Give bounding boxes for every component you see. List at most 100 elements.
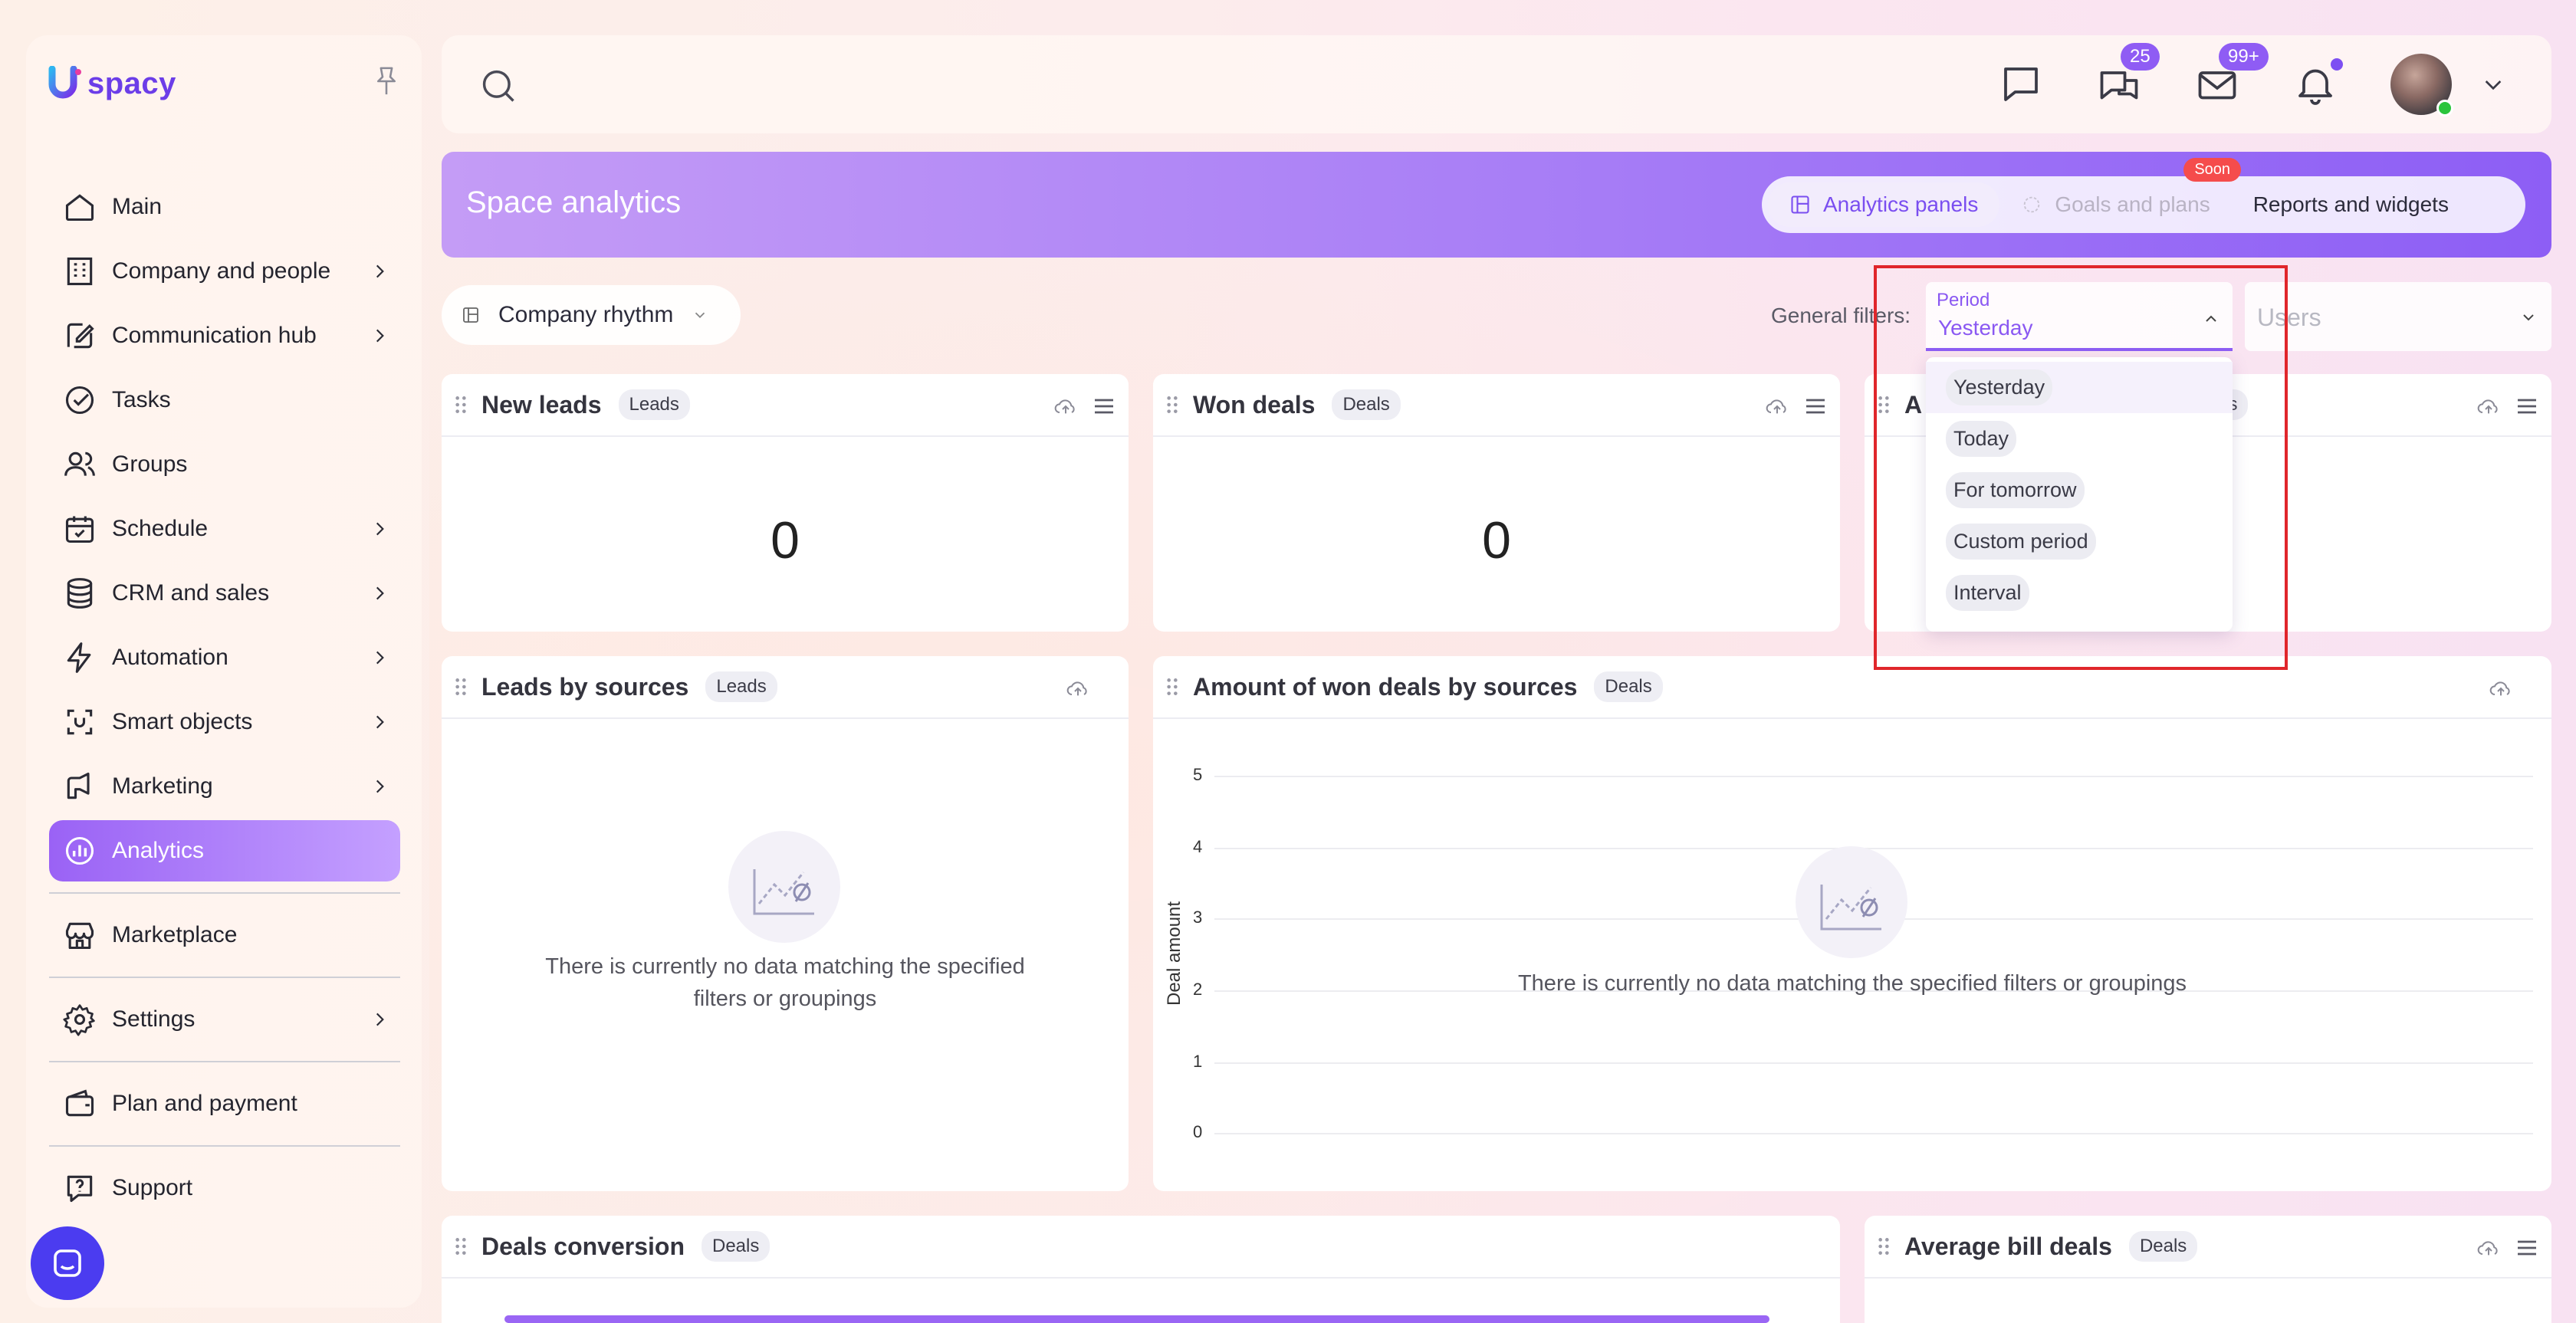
menu-icon[interactable] — [1092, 396, 1116, 417]
search-icon[interactable] — [478, 66, 518, 106]
chevron-down-icon[interactable] — [2481, 72, 2505, 97]
sidebar-item-main[interactable]: Main — [49, 176, 400, 238]
messages-button[interactable] — [1998, 61, 2044, 107]
chats-button[interactable]: 25 — [2096, 43, 2160, 107]
cloud-sync-icon[interactable] — [1765, 396, 1789, 417]
divider — [49, 892, 400, 894]
mail-button[interactable]: 99+ — [2194, 43, 2269, 107]
avatar[interactable] — [2390, 54, 2453, 117]
store-icon — [61, 917, 98, 954]
card-header: Deals conversion Deals — [442, 1216, 1840, 1279]
period-dropdown: Yesterday Today For tomorrow Custom peri… — [1926, 357, 2233, 632]
card-header: Won deals Deals — [1153, 374, 1840, 437]
menu-icon[interactable] — [2515, 396, 2539, 417]
drag-handle-icon[interactable] — [1165, 677, 1179, 697]
sidebar-item-crm-and-sales[interactable]: CRM and sales — [49, 563, 400, 624]
database-icon — [61, 575, 98, 612]
tab-label: Analytics panels — [1823, 192, 1979, 216]
card-title: Amount of won deals by sources — [1193, 672, 1578, 701]
period-select[interactable]: Period Yesterday — [1926, 282, 2233, 351]
card-title: Deals conversion — [481, 1232, 685, 1260]
notification-dot — [2331, 58, 2343, 71]
empty-line: There is currently no data matching the … — [545, 954, 1025, 979]
edit-note-icon — [61, 317, 98, 354]
period-option-for-tomorrow[interactable]: For tomorrow — [1926, 465, 2233, 516]
sidebar-nav: Main Company and people Communication hu… — [49, 176, 400, 1222]
menu-icon[interactable] — [1803, 396, 1828, 417]
sidebar-item-schedule[interactable]: Schedule — [49, 498, 400, 560]
no-data-icon — [728, 831, 840, 943]
check-circle-icon — [61, 382, 98, 419]
chevron-right-icon — [376, 651, 384, 665]
users-select[interactable]: Users — [2245, 282, 2551, 351]
sidebar-item-company-and-people[interactable]: Company and people — [49, 241, 400, 302]
pin-icon[interactable] — [373, 66, 400, 97]
logo-icon — [48, 66, 81, 99]
y-tick: 5 — [1193, 765, 1203, 784]
y-tick: 4 — [1193, 837, 1203, 856]
drag-handle-icon[interactable] — [454, 1236, 468, 1256]
tab-analytics-panels[interactable]: Analytics panels — [1768, 182, 2000, 227]
tab-goals-and-plans: Goals and plans Soon — [1999, 158, 2242, 227]
drag-handle-icon[interactable] — [454, 395, 468, 415]
sidebar-item-label: Schedule — [112, 516, 209, 541]
message-icon — [2004, 67, 2038, 101]
period-option-today[interactable]: Today — [1926, 413, 2233, 465]
sidebar-item-settings[interactable]: Settings — [49, 989, 400, 1050]
period-value: Yesterday — [1938, 316, 2033, 340]
sidebar-item-marketplace[interactable]: Marketplace — [49, 904, 400, 966]
card-header: Average bill deals Deals — [1865, 1216, 2551, 1279]
divider — [49, 977, 400, 978]
card-leads-by-sources: Leads by sources Leads There is currentl… — [442, 656, 1129, 1191]
card-new-leads: New leads Leads 0 — [442, 374, 1129, 632]
sidebar-item-smart-objects[interactable]: Smart objects — [49, 691, 400, 753]
cloud-sync-icon[interactable] — [1066, 678, 1090, 699]
kpi-value: 0 — [1482, 511, 1511, 570]
sidebar-item-automation[interactable]: Automation — [49, 627, 400, 688]
card-tag: Deals — [1594, 671, 1663, 702]
users-placeholder: Users — [2257, 304, 2321, 331]
card-tag: Deals — [2128, 1231, 2198, 1262]
period-option-yesterday[interactable]: Yesterday — [1926, 362, 2233, 413]
cloud-sync-icon[interactable] — [1053, 396, 1078, 417]
tab-label: Goals and plans — [2055, 192, 2210, 216]
panel-select[interactable]: Company rhythm — [442, 285, 741, 345]
sidebar-item-plan-and-payment[interactable]: Plan and payment — [49, 1073, 400, 1134]
card-title: Leads by sources — [481, 672, 689, 701]
chevron-right-icon — [376, 264, 384, 278]
notifications-button[interactable] — [2292, 58, 2343, 107]
cloud-sync-icon[interactable] — [2489, 678, 2513, 699]
chevron-down-icon — [2523, 314, 2534, 321]
sidebar-item-analytics[interactable]: Analytics — [49, 820, 400, 881]
drag-handle-icon[interactable] — [1877, 395, 1891, 415]
sidebar-item-groups[interactable]: Groups — [49, 434, 400, 495]
chevron-right-icon — [376, 522, 384, 536]
menu-icon[interactable] — [2515, 1237, 2539, 1259]
sidebar-item-marketing[interactable]: Marketing — [49, 756, 400, 817]
card-tag: Deals — [702, 1231, 770, 1262]
chat-widget-button[interactable] — [31, 1226, 104, 1300]
logo-text: spacy — [87, 66, 176, 100]
wallet-icon — [61, 1085, 98, 1122]
chat-icon — [54, 1249, 81, 1277]
drag-handle-icon[interactable] — [1165, 395, 1179, 415]
cloud-sync-icon[interactable] — [2476, 396, 2501, 417]
kpi-value: 0 — [770, 511, 800, 570]
sidebar-item-tasks[interactable]: Tasks — [49, 369, 400, 431]
period-option-interval[interactable]: Interval — [1926, 567, 2233, 619]
tab-reports-and-widgets[interactable]: Reports and widgets — [2232, 182, 2470, 227]
sidebar-item-communication-hub[interactable]: Communication hub — [49, 305, 400, 366]
cloud-sync-icon[interactable] — [2476, 1237, 2501, 1259]
period-option-custom-period[interactable]: Custom period — [1926, 516, 2233, 567]
gridline — [1214, 1062, 2533, 1064]
sidebar-item-label: Support — [112, 1175, 193, 1200]
drag-handle-icon[interactable] — [454, 677, 468, 697]
empty-line: filters or groupings — [693, 987, 877, 1011]
page-title: Space analytics — [466, 185, 682, 219]
chevron-right-icon — [376, 715, 384, 729]
mail-badge: 99+ — [2219, 43, 2269, 71]
logo[interactable]: spacy — [48, 66, 176, 101]
sidebar-item-support[interactable]: Support — [49, 1157, 400, 1219]
sidebar-item-label: Analytics — [112, 838, 205, 863]
drag-handle-icon[interactable] — [1877, 1236, 1891, 1256]
